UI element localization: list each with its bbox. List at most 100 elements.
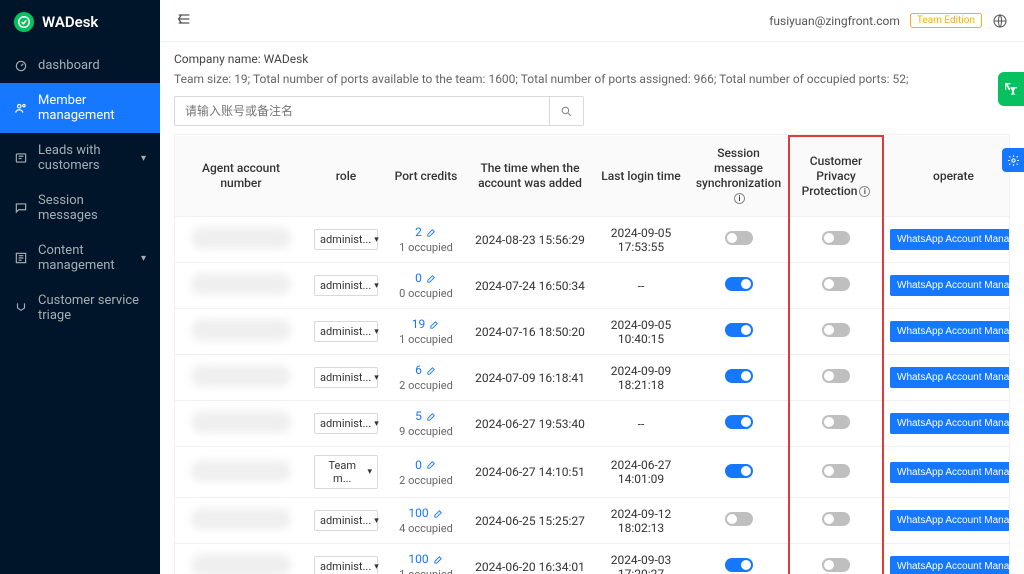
last-login-time: 2024-09-0317:20:27	[593, 544, 689, 574]
whatsapp-account-management-button[interactable]: WhatsApp Account Management	[890, 367, 1010, 388]
account-redacted	[191, 227, 291, 249]
sync-toggle[interactable]	[725, 277, 753, 291]
topbar: fusiyuan@zingfront.com Team Edition	[160, 0, 1024, 42]
search-input[interactable]	[175, 98, 549, 124]
language-icon[interactable]	[992, 13, 1008, 29]
sync-toggle[interactable]	[725, 558, 753, 572]
translate-float-button[interactable]	[998, 72, 1024, 106]
privacy-toggle[interactable]	[822, 415, 850, 429]
account-cell	[175, 544, 307, 574]
whatsapp-account-management-button[interactable]: WhatsApp Account Management	[890, 413, 1010, 434]
sync-toggle[interactable]	[725, 323, 753, 337]
role-select[interactable]: Team m...▾	[314, 455, 378, 489]
sync-toggle[interactable]	[725, 512, 753, 526]
col-credits-header: Port credits	[385, 136, 467, 217]
port-credits-value[interactable]: 6	[415, 363, 437, 377]
sidebar-item-label: Member management	[38, 93, 146, 123]
added-time: 2024-07-09 16:18:41	[467, 355, 593, 401]
last-login-time: 2024-06-2714:01:09	[593, 447, 689, 498]
sidebar-item-leads[interactable]: Leads with customers ▾	[0, 133, 160, 183]
sidebar-item-triage[interactable]: Customer service triage	[0, 283, 160, 333]
role-value: administ...	[320, 514, 371, 527]
whatsapp-account-management-button[interactable]: WhatsApp Account Management	[890, 275, 1010, 296]
port-credits-value[interactable]: 100	[408, 506, 443, 520]
role-select[interactable]: administ...▾	[314, 510, 378, 531]
chevron-down-icon: ▾	[367, 467, 372, 477]
last-login-time: 2024-09-0510:40:15	[593, 309, 689, 355]
table-row: administ...▾1001 occupied2024-06-20 16:3…	[175, 544, 1010, 574]
port-credits-value[interactable]: 5	[415, 409, 437, 423]
account-redacted	[191, 319, 291, 341]
privacy-toggle[interactable]	[822, 323, 850, 337]
info-icon[interactable]: i	[734, 193, 745, 204]
main-content: Company name: WADesk Team size: 19; Tota…	[160, 42, 1024, 574]
whatsapp-account-management-button[interactable]: WhatsApp Account Management	[890, 510, 1010, 531]
port-occupied-value: 2 occupied	[391, 474, 461, 487]
role-select[interactable]: administ...▾	[314, 275, 378, 296]
role-value: administ...	[320, 233, 371, 246]
sidebar-item-member-management[interactable]: Member management	[0, 83, 160, 133]
privacy-toggle[interactable]	[822, 369, 850, 383]
port-occupied-value: 0 occupied	[391, 287, 461, 300]
whatsapp-account-management-button[interactable]: WhatsApp Account Management	[890, 556, 1010, 574]
triage-icon	[14, 301, 28, 315]
sidebar-item-label: Leads with customers	[38, 143, 131, 173]
role-value: administ...	[320, 325, 371, 338]
sync-toggle[interactable]	[725, 369, 753, 383]
table-row: administ...▾59 occupied2024-06-27 19:53:…	[175, 401, 1010, 447]
sidebar-item-dashboard[interactable]: dashboard	[0, 48, 160, 83]
account-cell	[175, 447, 307, 498]
chevron-down-icon: ▾	[374, 235, 379, 245]
sidebar-item-content[interactable]: Content management ▾	[0, 233, 160, 283]
whatsapp-account-management-button[interactable]: WhatsApp Account Management	[890, 321, 1010, 342]
sidebar-item-sessions[interactable]: Session messages	[0, 183, 160, 233]
account-cell	[175, 263, 307, 309]
sync-toggle[interactable]	[725, 415, 753, 429]
col-role-header: role	[307, 136, 385, 217]
col-privacy-header: Customer Privacy Protectioni	[789, 136, 883, 217]
port-credits-value[interactable]: 19	[412, 317, 441, 331]
chevron-down-icon: ▾	[374, 281, 379, 291]
port-credits-value[interactable]: 0	[415, 458, 437, 472]
added-time: 2024-07-16 18:50:20	[467, 309, 593, 355]
settings-float-button[interactable]	[1002, 148, 1024, 172]
search-button[interactable]	[549, 97, 583, 125]
user-email[interactable]: fusiyuan@zingfront.com	[769, 14, 900, 28]
whatsapp-account-management-button[interactable]: WhatsApp Account Management	[890, 229, 1010, 250]
port-credits-value[interactable]: 2	[415, 225, 437, 239]
sidebar-collapse-button[interactable]	[176, 11, 192, 31]
privacy-toggle[interactable]	[822, 231, 850, 245]
sidebar-item-label: dashboard	[38, 58, 100, 73]
brand-logo-icon	[14, 12, 34, 32]
chat-icon	[14, 201, 28, 215]
col-added-header: The time when the account was added	[467, 136, 593, 217]
sync-toggle[interactable]	[725, 464, 753, 478]
privacy-toggle[interactable]	[822, 464, 850, 478]
role-value: administ...	[320, 417, 371, 430]
col-operate-header: operate	[883, 136, 1010, 217]
privacy-toggle[interactable]	[822, 277, 850, 291]
role-select[interactable]: administ...▾	[314, 229, 378, 250]
port-credits-value[interactable]: 0	[415, 271, 437, 285]
whatsapp-account-management-button[interactable]: WhatsApp Account Management	[890, 462, 1010, 483]
role-select[interactable]: administ...▾	[314, 413, 378, 434]
port-credits-value[interactable]: 100	[408, 552, 443, 566]
account-redacted	[191, 508, 291, 530]
info-icon[interactable]: i	[859, 186, 870, 197]
privacy-toggle[interactable]	[822, 512, 850, 526]
added-time: 2024-06-25 15:25:27	[467, 498, 593, 544]
sidebar: WADesk dashboard Member management Leads…	[0, 0, 160, 574]
added-time: 2024-06-27 19:53:40	[467, 401, 593, 447]
role-select[interactable]: administ...▾	[314, 321, 378, 342]
chevron-down-icon: ▾	[141, 253, 146, 264]
account-redacted	[191, 273, 291, 295]
chevron-down-icon: ▾	[374, 373, 379, 383]
account-cell	[175, 309, 307, 355]
chevron-down-icon: ▾	[374, 327, 379, 337]
last-login-time: 2024-09-0918:21:18	[593, 355, 689, 401]
sync-toggle[interactable]	[725, 231, 753, 245]
members-table: Agent account number role Port credits T…	[175, 135, 1010, 574]
role-select[interactable]: administ...▾	[314, 556, 378, 574]
privacy-toggle[interactable]	[822, 558, 850, 572]
role-select[interactable]: administ...▾	[314, 367, 378, 388]
